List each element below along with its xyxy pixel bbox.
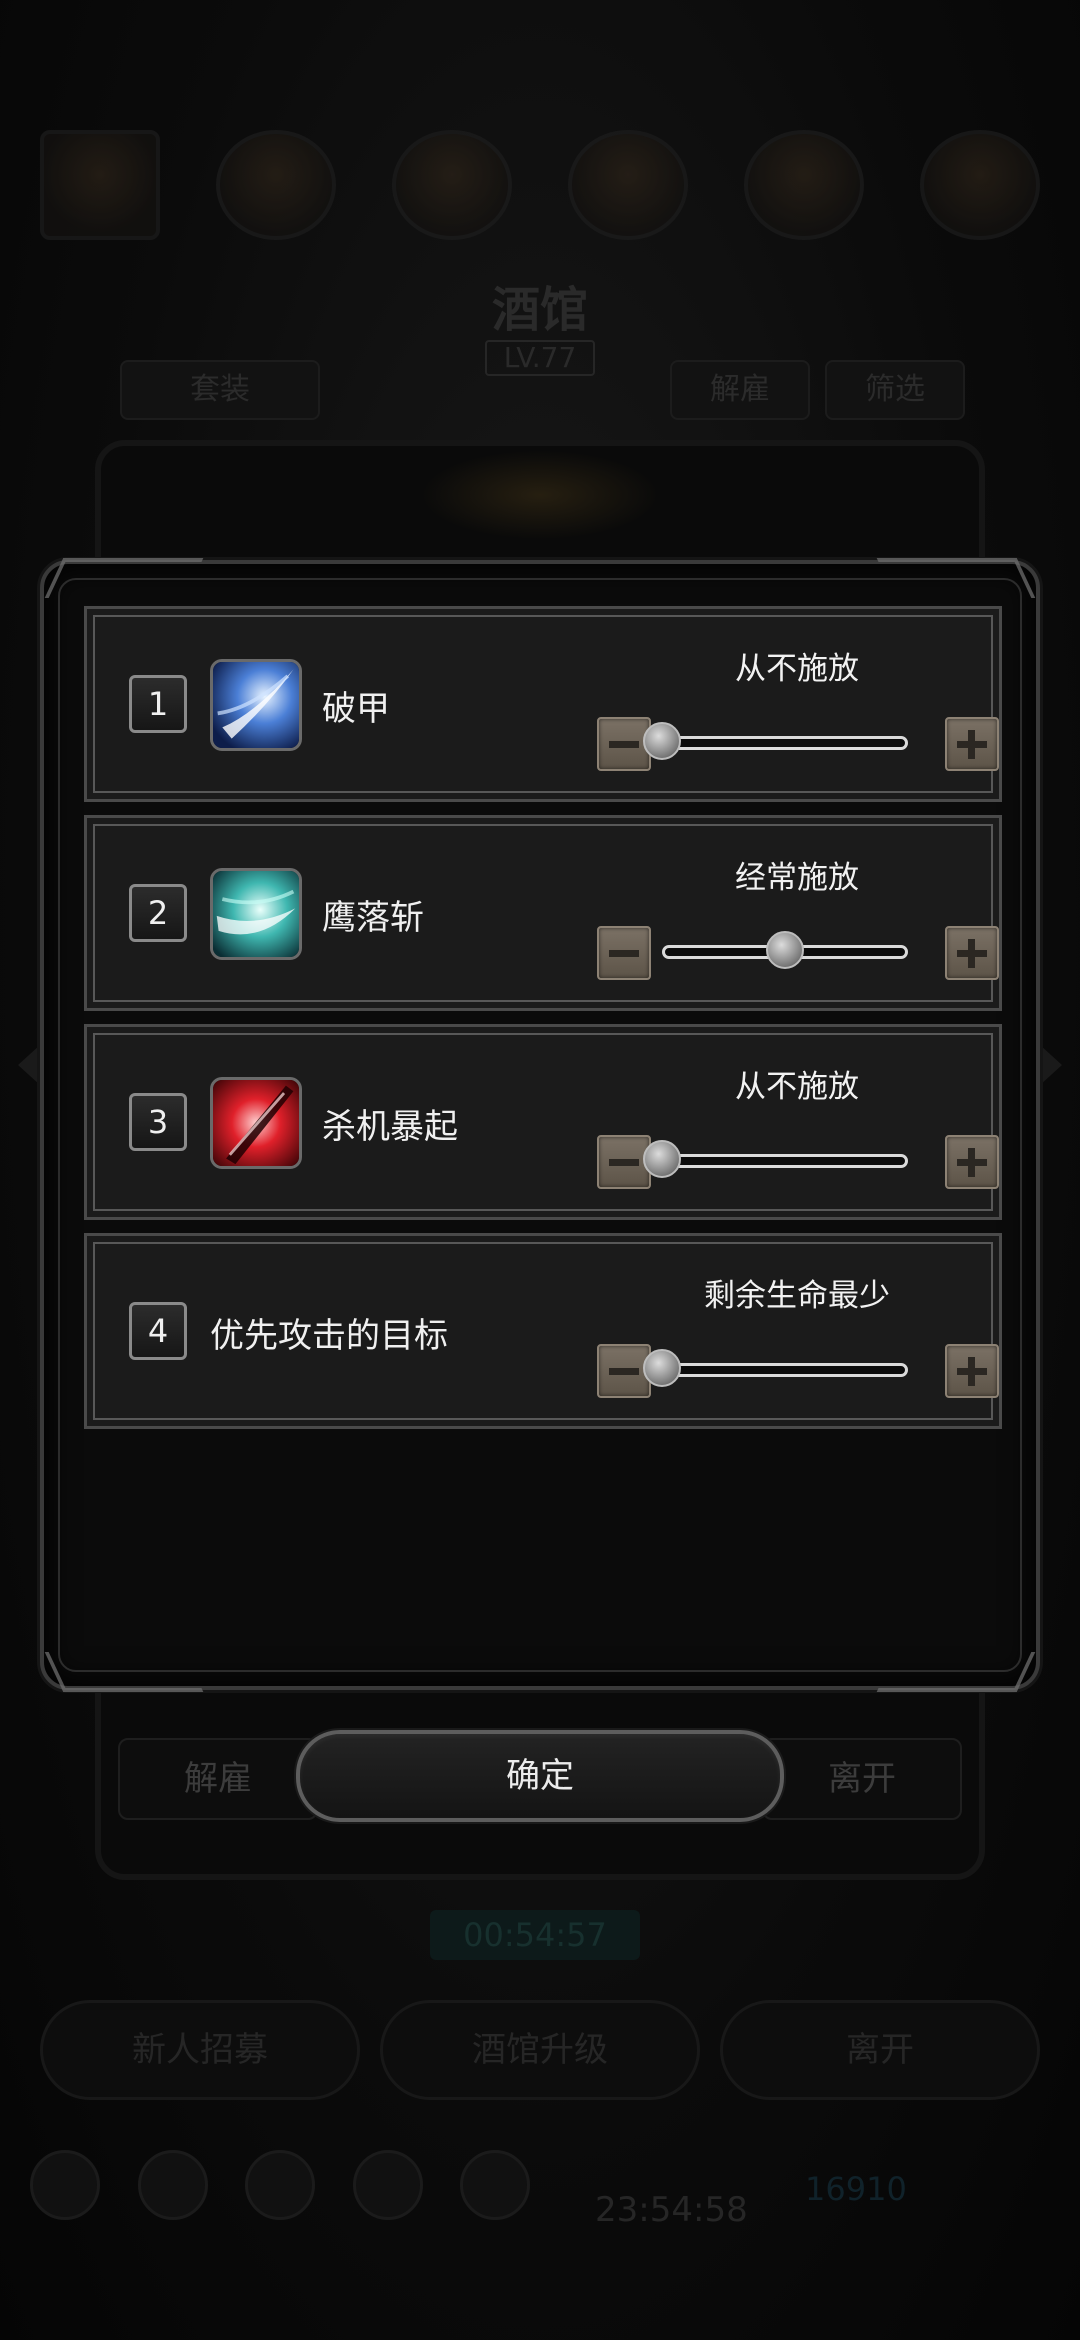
- ornament-corner: [876, 1652, 1036, 1692]
- skill-name: 破甲: [322, 689, 390, 729]
- target-priority-label: 优先攻击的目标: [210, 1316, 448, 1356]
- red-slash-icon: [213, 1080, 299, 1166]
- blue-slash-skill-icon: [210, 659, 302, 751]
- red-slash-skill-icon: [210, 1077, 302, 1169]
- left-arrow-icon: [18, 1045, 40, 1085]
- ornament-corner: [44, 1652, 204, 1692]
- hero-portrait: [40, 130, 160, 240]
- right-arrow-icon: [1040, 1045, 1062, 1085]
- decrease-button[interactable]: [597, 926, 651, 980]
- hero-portrait: [568, 130, 688, 240]
- skill-index-badge: 1: [129, 675, 187, 733]
- background-timer: 00:54:57: [430, 1910, 640, 1960]
- increase-button[interactable]: [945, 1344, 999, 1398]
- menu-icon: [460, 2150, 530, 2220]
- slider-track: [662, 736, 908, 750]
- cast-frequency-label: 经常施放: [735, 860, 859, 896]
- gem-count: 16910: [805, 2170, 907, 2208]
- skill-row: 3 杀机暴起 从不施放: [84, 1024, 1002, 1220]
- skill-settings-dialog: 1 破甲 从不施放 2 鹰落斩 经常施放 3 杀机暴起 从不施放 4 优先攻击的…: [40, 558, 1042, 1692]
- dismiss-button: 解雇: [118, 1738, 318, 1820]
- target-priority-row: 4 优先攻击的目标 剩余生命最少: [84, 1233, 1002, 1429]
- background-level: LV.77: [485, 340, 595, 376]
- recruit-button: 新人招募: [40, 2000, 360, 2100]
- hero-portrait: [392, 130, 512, 240]
- hero-portrait: [216, 130, 336, 240]
- skill-index-badge: 2: [129, 884, 187, 942]
- frequency-slider[interactable]: [662, 931, 908, 969]
- increase-button[interactable]: [945, 717, 999, 771]
- tavern-upgrade-button: 酒馆升级: [380, 2000, 700, 2100]
- skill-list: 1 破甲 从不施放 2 鹰落斩 经常施放 3 杀机暴起 从不施放 4 优先攻击的…: [84, 606, 1042, 1442]
- cast-frequency-label: 从不施放: [735, 651, 859, 687]
- menu-icon: [30, 2150, 100, 2220]
- emblem-icon: [420, 450, 660, 540]
- slider-thumb[interactable]: [643, 1349, 681, 1387]
- slider-track: [662, 1154, 908, 1168]
- target-priority-slider[interactable]: [643, 1349, 908, 1387]
- hero-portrait-row: [40, 130, 1040, 240]
- target-priority-value: 剩余生命最少: [704, 1278, 890, 1314]
- background-chip-dismiss: 解雇: [670, 360, 810, 420]
- cyan-slash-skill-icon: [210, 868, 302, 960]
- slider-track: [662, 1363, 908, 1377]
- background-chip-filter: 筛选: [825, 360, 965, 420]
- leave-button: 离开: [762, 1738, 962, 1820]
- slider-thumb[interactable]: [766, 931, 804, 969]
- background-clock: 23:54:58: [595, 2190, 748, 2230]
- cyan-slash-icon: [213, 871, 299, 957]
- hero-portrait: [744, 130, 864, 240]
- increase-button[interactable]: [945, 1135, 999, 1189]
- increase-button[interactable]: [945, 926, 999, 980]
- skill-index-badge: 3: [129, 1093, 187, 1151]
- frequency-slider[interactable]: [643, 1140, 908, 1178]
- slider-thumb[interactable]: [643, 722, 681, 760]
- skill-index-badge: 4: [129, 1302, 187, 1360]
- confirm-button[interactable]: 确定: [296, 1730, 784, 1822]
- background-leave-button: 离开: [720, 2000, 1040, 2100]
- skill-name: 鹰落斩: [322, 898, 424, 938]
- hero-portrait: [920, 130, 1040, 240]
- background-title: 酒馆: [491, 282, 588, 338]
- background-chip-set: 套装: [120, 360, 320, 420]
- skill-row: 2 鹰落斩 经常施放: [84, 815, 1002, 1011]
- skill-name: 杀机暴起: [322, 1107, 458, 1147]
- cast-frequency-label: 从不施放: [735, 1069, 859, 1105]
- blue-slash-icon: [213, 662, 299, 748]
- menu-icon: [245, 2150, 315, 2220]
- bottom-icon-bar: [30, 2150, 530, 2220]
- slider-thumb[interactable]: [643, 1140, 681, 1178]
- skill-row: 1 破甲 从不施放: [84, 606, 1002, 802]
- frequency-slider[interactable]: [643, 722, 908, 760]
- ornament-corner: [876, 558, 1036, 598]
- menu-icon: [137, 2150, 208, 2220]
- menu-icon: [352, 2150, 423, 2220]
- ornament-corner: [44, 558, 204, 598]
